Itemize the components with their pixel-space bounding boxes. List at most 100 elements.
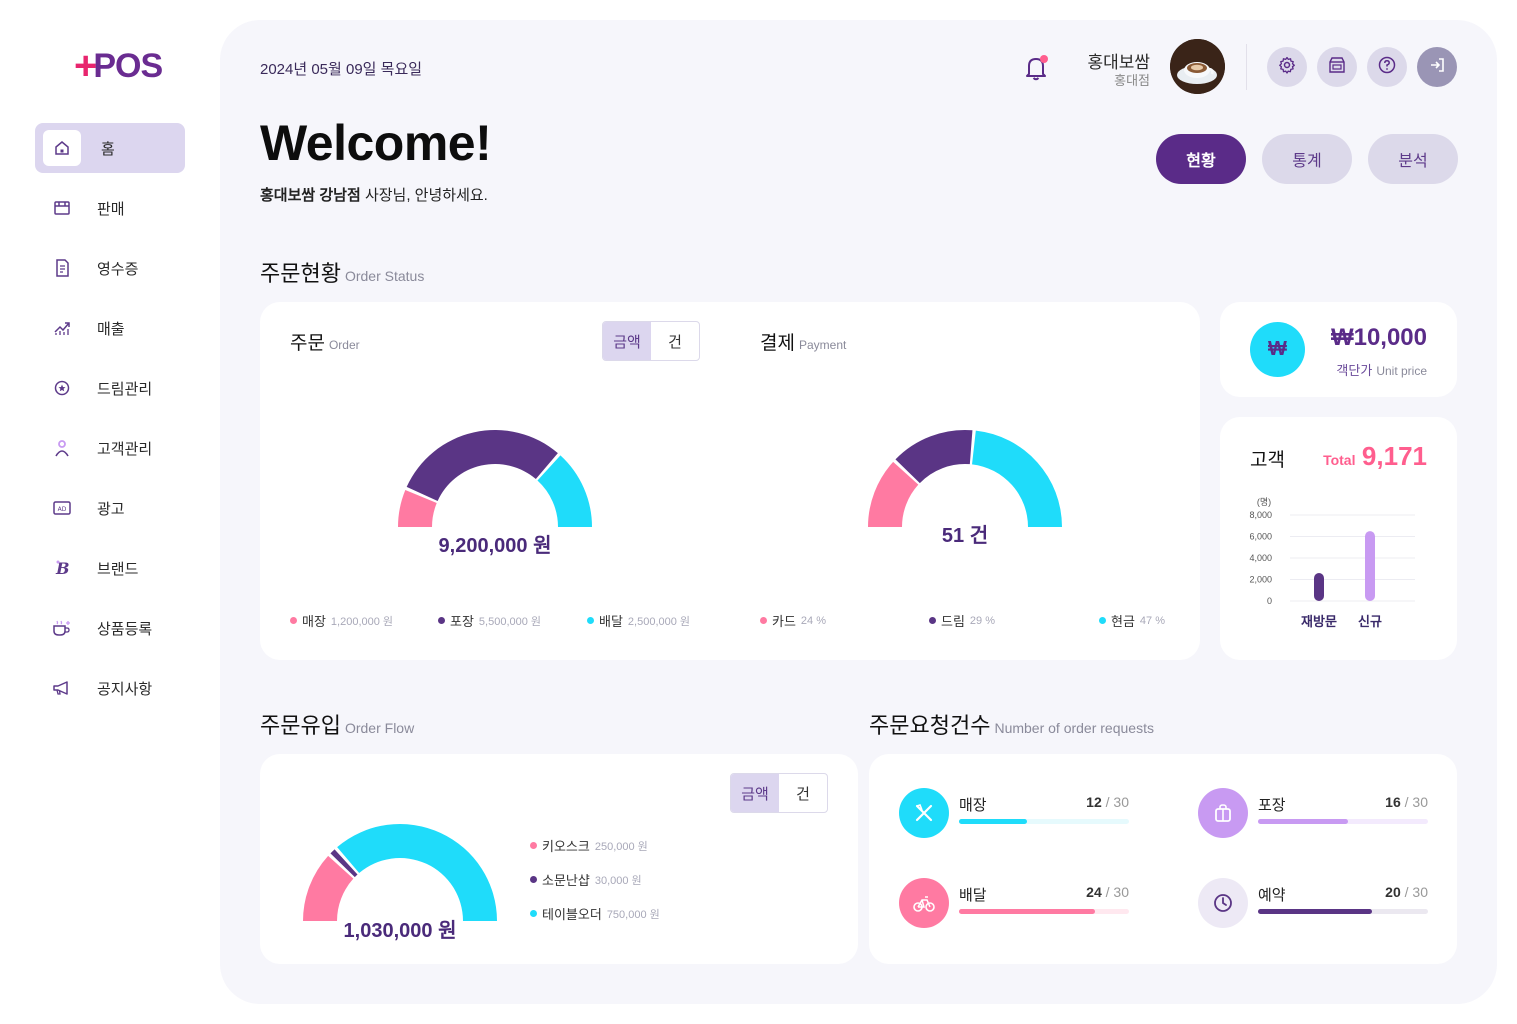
legend-dot	[1099, 617, 1106, 624]
toggle-amount[interactable]: 금액	[731, 774, 779, 812]
sidebar-item-sales[interactable]: 판매	[35, 183, 185, 233]
store-box-icon	[1328, 56, 1346, 78]
unit-price-value: ₩10,000	[1330, 324, 1427, 351]
customers-bar-chart: (명) 8,000 6,000 4,000 2,000 0 재방문 신규	[1249, 497, 1415, 629]
request-count-max: 30	[1412, 794, 1428, 810]
section-subtitle: Order Status	[344, 268, 425, 284]
sidebar-item-label: 드림관리	[97, 380, 153, 398]
notification-bell-icon[interactable]	[1024, 54, 1050, 82]
sidebar-item-label: 판매	[97, 200, 125, 218]
legend-label: 테이블오더	[542, 907, 602, 922]
toggle-amount[interactable]: 금액	[603, 322, 651, 360]
request-progress-track	[959, 819, 1129, 824]
legend-dot	[530, 910, 537, 917]
toggle-count[interactable]: 건	[651, 322, 699, 360]
unit-price-label-text: 객단가	[1336, 363, 1373, 378]
request-progress-fill	[959, 819, 1027, 824]
user-branch: 홍대점	[1114, 73, 1150, 88]
card-title: 결제	[760, 333, 795, 354]
request-count-max: 30	[1113, 884, 1129, 900]
request-progress-fill	[1258, 909, 1372, 914]
legend-dot	[530, 876, 537, 883]
legend-dot	[290, 617, 297, 624]
request-count: 20 / 30	[1385, 884, 1428, 900]
legend-label: 드림	[941, 614, 965, 629]
order-gauge	[398, 430, 592, 527]
trend-icon	[51, 317, 73, 339]
y-tick-label: 6,000	[1249, 532, 1272, 542]
won-glyph: ₩	[1268, 338, 1287, 360]
settings-button[interactable]	[1267, 47, 1307, 87]
sidebar-item-label: 브랜드	[97, 560, 139, 578]
person-icon	[51, 437, 73, 459]
request-label: 배달	[959, 887, 987, 904]
help-button[interactable]	[1367, 47, 1407, 87]
logout-button[interactable]	[1417, 47, 1457, 87]
avatar[interactable]	[1170, 39, 1225, 94]
sidebar-item-customers[interactable]: 고객관리	[35, 423, 185, 473]
flow-amount-count-toggle: 금액 건	[730, 773, 828, 813]
legend-value: 47 %	[1139, 614, 1165, 627]
customers-unit-label: (명)	[1257, 497, 1271, 507]
request-item-takeout[interactable]: 포장 16 / 30	[1198, 788, 1428, 840]
legend-item: 소문난샵 30,000 원	[530, 870, 642, 889]
legend-label: 카드	[772, 614, 796, 629]
payment-total: 51 건	[941, 525, 989, 547]
customers-card: 고객 Total 9,171 (명) 8,000 6,000 4,000 2,000 0 재…	[1220, 417, 1457, 660]
gauge-segment-테이블오더	[337, 824, 497, 921]
sidebar-item-revenue[interactable]: 매출	[35, 303, 185, 353]
order-flow-gauge	[303, 824, 497, 921]
order-status-card: 주문 Order 금액 건 9,200,000 원 매장 1,200,000 원 포…	[260, 302, 1200, 660]
tab-status[interactable]: 현황	[1156, 134, 1246, 184]
logout-icon	[1428, 56, 1446, 79]
home-icon	[43, 130, 81, 166]
request-count-value: 20	[1385, 884, 1401, 900]
sidebar-item-brand[interactable]: B 브랜드	[35, 543, 185, 593]
legend-label: 키오스크	[542, 839, 590, 854]
legend-item: 포장 5,500,000 원	[438, 611, 541, 630]
greeting-store: 홍대보쌈 강남점	[260, 187, 361, 204]
main-panel: 2024년 05월 09일 목요일 홍대보쌈 홍대점 Welcome! 홍대보쌈…	[220, 20, 1497, 1004]
legend-value: 5,500,000 원	[478, 615, 542, 628]
legend-value: 30,000 원	[594, 874, 642, 887]
order-flow-heading: 주문유입 Order Flow	[260, 708, 414, 740]
legend-value: 750,000 원	[606, 908, 660, 921]
tab-analysis[interactable]: 분석	[1368, 134, 1458, 184]
legend-item: 배달 2,500,000 원	[587, 611, 690, 630]
request-label: 매장	[959, 797, 987, 814]
pos-logo[interactable]: + POS	[74, 46, 163, 86]
customer-bar-재방문	[1314, 573, 1324, 601]
legend-value: 250,000 원	[594, 840, 648, 853]
store-box-button[interactable]	[1317, 47, 1357, 87]
sidebar-item-products[interactable]: 상품등록	[35, 603, 185, 653]
customers-title: 고객	[1250, 450, 1285, 471]
request-count: 16 / 30	[1385, 794, 1428, 810]
sidebar-item-receipt[interactable]: 영수증	[35, 243, 185, 293]
sidebar-item-home[interactable]: 홈	[35, 123, 185, 173]
customers-total-label: Total	[1323, 452, 1356, 468]
order-status-heading: 주문현황 Order Status	[260, 256, 424, 288]
request-item-reservation[interactable]: 예약 20 / 30	[1198, 878, 1428, 930]
brand-b-icon: B	[51, 557, 73, 579]
request-progress-track	[1258, 909, 1428, 914]
sidebar-item-ads[interactable]: AD 광고	[35, 483, 185, 533]
legend-item: 키오스크 250,000 원	[530, 836, 648, 855]
won-icon: ₩	[1250, 322, 1305, 377]
tab-statistics[interactable]: 통계	[1262, 134, 1352, 184]
toggle-count[interactable]: 건	[779, 774, 827, 812]
request-item-dinein[interactable]: 매장 12 / 30	[899, 788, 1129, 840]
request-item-delivery[interactable]: 배달 24 / 30	[899, 878, 1129, 930]
order-title: 주문 Order	[290, 328, 360, 355]
legend-label: 배달	[599, 614, 623, 629]
legend-item: 드림 29 %	[929, 611, 995, 630]
star-circle-icon	[51, 377, 73, 399]
legend-dot	[760, 617, 767, 624]
clock-icon	[1198, 878, 1248, 928]
greeting-text: 사장님, 안녕하세요.	[360, 187, 488, 204]
logo-text: POS	[93, 46, 163, 85]
request-count-value: 24	[1086, 884, 1102, 900]
sidebar-item-dream[interactable]: 드림관리	[35, 363, 185, 413]
request-count-max: 30	[1412, 884, 1428, 900]
legend-value: 2,500,000 원	[627, 615, 691, 628]
sidebar-item-notice[interactable]: 공지사항	[35, 663, 185, 713]
